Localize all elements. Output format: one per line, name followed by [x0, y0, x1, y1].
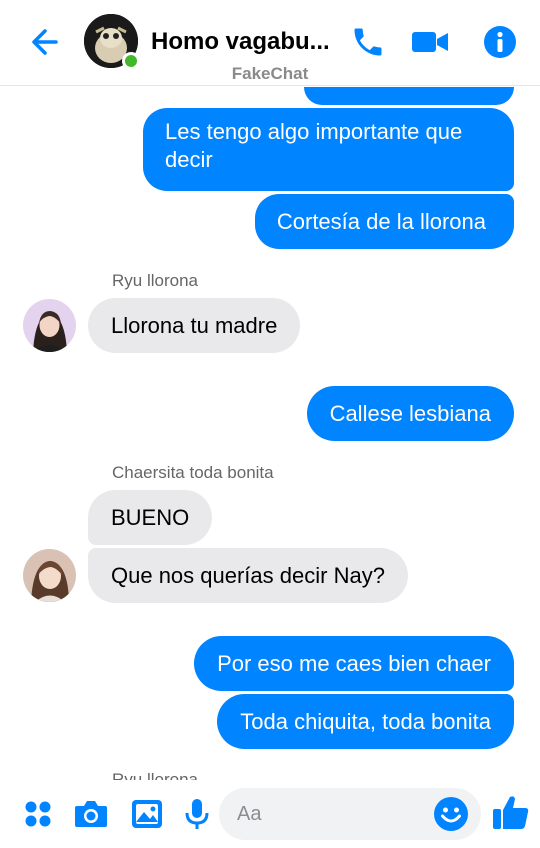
sender-avatar[interactable]: [23, 299, 76, 352]
message-bubble-outgoing[interactable]: [304, 87, 514, 105]
sender-name: Chaersita toda bonita: [112, 463, 274, 482]
apps-icon[interactable]: [20, 796, 56, 832]
sender-name: Ryu llorona: [112, 770, 198, 780]
message-bubble-outgoing[interactable]: Por eso me caes bien chaer: [194, 636, 514, 691]
message-bubble-outgoing[interactable]: Les tengo algo importante que decir: [143, 108, 514, 191]
video-icon[interactable]: [410, 22, 450, 62]
camera-icon[interactable]: [73, 796, 109, 832]
microphone-icon[interactable]: [179, 796, 215, 832]
sender-name: Ryu llorona: [112, 271, 198, 290]
app-watermark: FakeChat: [231, 64, 309, 83]
back-arrow-icon[interactable]: [26, 22, 66, 62]
contact-avatar[interactable]: [84, 14, 140, 70]
gallery-icon[interactable]: [129, 796, 165, 832]
chat-header: Homo vagabu... FakeChat: [0, 0, 540, 86]
emoji-icon[interactable]: [433, 796, 469, 832]
message-input[interactable]: Aa: [219, 788, 481, 840]
message-bubble-incoming[interactable]: Llorona tu madre: [88, 298, 301, 353]
message-bubble-outgoing[interactable]: Callese lesbiana: [306, 386, 514, 441]
message-bubble-incoming[interactable]: BUENO: [88, 490, 213, 545]
like-icon[interactable]: [490, 792, 532, 834]
sender-avatar[interactable]: [23, 549, 76, 602]
message-bubble-outgoing[interactable]: Toda chiquita, toda bonita: [217, 694, 514, 749]
message-bubble-outgoing[interactable]: Cortesía de la llorona: [254, 194, 514, 249]
info-icon[interactable]: [480, 22, 520, 62]
message-input-placeholder: Aa: [237, 803, 262, 825]
phone-icon[interactable]: [348, 22, 388, 62]
chat-title[interactable]: Homo vagabu...: [151, 28, 336, 56]
message-list[interactable]: Les tengo algo importante que decir Cort…: [0, 87, 540, 780]
message-bubble-incoming[interactable]: Que nos querías decir Nay?: [88, 548, 408, 603]
composer-bar: Aa: [0, 780, 540, 848]
